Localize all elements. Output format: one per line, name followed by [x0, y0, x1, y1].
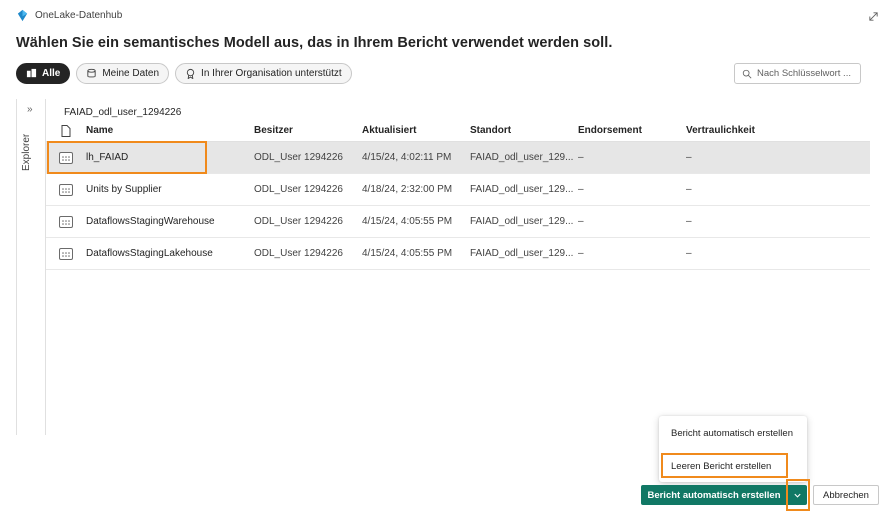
- filter-bar: Alle Meine Daten In Ihrer Organisation u…: [16, 63, 352, 84]
- page-title: Wählen Sie ein semantisches Modell aus, …: [16, 35, 613, 51]
- column-header-location[interactable]: Standort: [470, 125, 578, 136]
- app-name: OneLake-Datenhub: [35, 10, 123, 21]
- filter-label: Alle: [42, 68, 61, 79]
- breadcrumb: FAIAD_odl_user_1294226: [64, 107, 182, 118]
- onelake-icon: [17, 9, 28, 22]
- row-name: DataflowsStagingLakehouse: [86, 248, 213, 259]
- search-placeholder: Nach Schlüsselwort ...: [757, 68, 851, 79]
- table-row[interactable]: Units by Supplier ODL_User 1294226 4/18/…: [46, 174, 870, 206]
- column-header-updated[interactable]: Aktualisiert: [362, 125, 470, 136]
- explorer-label: Explorer: [21, 133, 32, 171]
- all-items-icon: [26, 68, 37, 78]
- semantic-model-icon: [59, 215, 73, 228]
- filter-label: In Ihrer Organisation unterstützt: [201, 68, 342, 79]
- column-header-sensitivity[interactable]: Vertraulichkeit: [686, 125, 870, 136]
- highlight-blank-report: [661, 453, 788, 478]
- row-updated: 4/15/24, 4:05:55 PM: [362, 248, 453, 259]
- row-sensitivity: –: [686, 152, 692, 163]
- filter-my-data-button[interactable]: Meine Daten: [76, 63, 170, 84]
- database-icon: [87, 68, 96, 78]
- highlight-selected-row: [47, 141, 207, 174]
- table-row[interactable]: DataflowsStagingWarehouse ODL_User 12942…: [46, 206, 870, 238]
- double-chevron-right-icon[interactable]: »: [27, 104, 33, 115]
- cancel-button[interactable]: Abbrechen: [813, 485, 879, 505]
- search-icon: [742, 69, 752, 78]
- row-endorsement: –: [578, 216, 584, 227]
- row-location: FAIAD_odl_user_129...: [470, 248, 574, 259]
- row-owner: ODL_User 1294226: [254, 216, 343, 227]
- column-header-name[interactable]: Name: [86, 125, 254, 136]
- auto-create-report-button[interactable]: Bericht automatisch erstellen: [641, 485, 787, 505]
- row-endorsement: –: [578, 248, 584, 259]
- row-sensitivity: –: [686, 184, 692, 195]
- filter-endorsed-button[interactable]: In Ihrer Organisation unterstützt: [175, 63, 352, 84]
- explorer-pane[interactable]: » Explorer: [16, 99, 46, 435]
- row-endorsement: –: [578, 184, 584, 195]
- row-updated: 4/15/24, 4:02:11 PM: [362, 152, 452, 163]
- row-updated: 4/15/24, 4:05:55 PM: [362, 216, 453, 227]
- app-header: OneLake-Datenhub: [16, 9, 122, 22]
- row-location: FAIAD_odl_user_129...: [470, 184, 574, 195]
- highlight-split-button: [786, 479, 810, 511]
- semantic-model-icon: [59, 247, 73, 260]
- table-header: Name Besitzer Aktualisiert Standort Endo…: [46, 120, 870, 142]
- row-sensitivity: –: [686, 248, 692, 259]
- row-owner: ODL_User 1294226: [254, 184, 343, 195]
- column-header-endorsement[interactable]: Endorsement: [578, 125, 686, 136]
- search-input[interactable]: Nach Schlüsselwort ...: [734, 63, 861, 84]
- table-row[interactable]: DataflowsStagingLakehouse ODL_User 12942…: [46, 238, 870, 270]
- row-name: Units by Supplier: [86, 184, 162, 195]
- row-name: DataflowsStagingWarehouse: [86, 216, 215, 227]
- row-owner: ODL_User 1294226: [254, 248, 343, 259]
- expand-icon[interactable]: [868, 11, 879, 22]
- column-header-owner[interactable]: Besitzer: [254, 125, 362, 136]
- filter-label: Meine Daten: [102, 68, 160, 79]
- row-owner: ODL_User 1294226: [254, 152, 343, 163]
- file-icon: [61, 124, 71, 137]
- row-sensitivity: –: [686, 216, 692, 227]
- row-updated: 4/18/24, 2:32:00 PM: [362, 184, 453, 195]
- semantic-model-icon: [59, 183, 73, 196]
- row-location: FAIAD_odl_user_129...: [470, 216, 574, 227]
- row-location: FAIAD_odl_user_129...: [470, 152, 574, 163]
- filter-all-button[interactable]: Alle: [16, 63, 71, 84]
- menu-item-auto-report[interactable]: Bericht automatisch erstellen: [671, 428, 793, 439]
- endorsed-badge-icon: [186, 68, 195, 79]
- row-endorsement: –: [578, 152, 584, 163]
